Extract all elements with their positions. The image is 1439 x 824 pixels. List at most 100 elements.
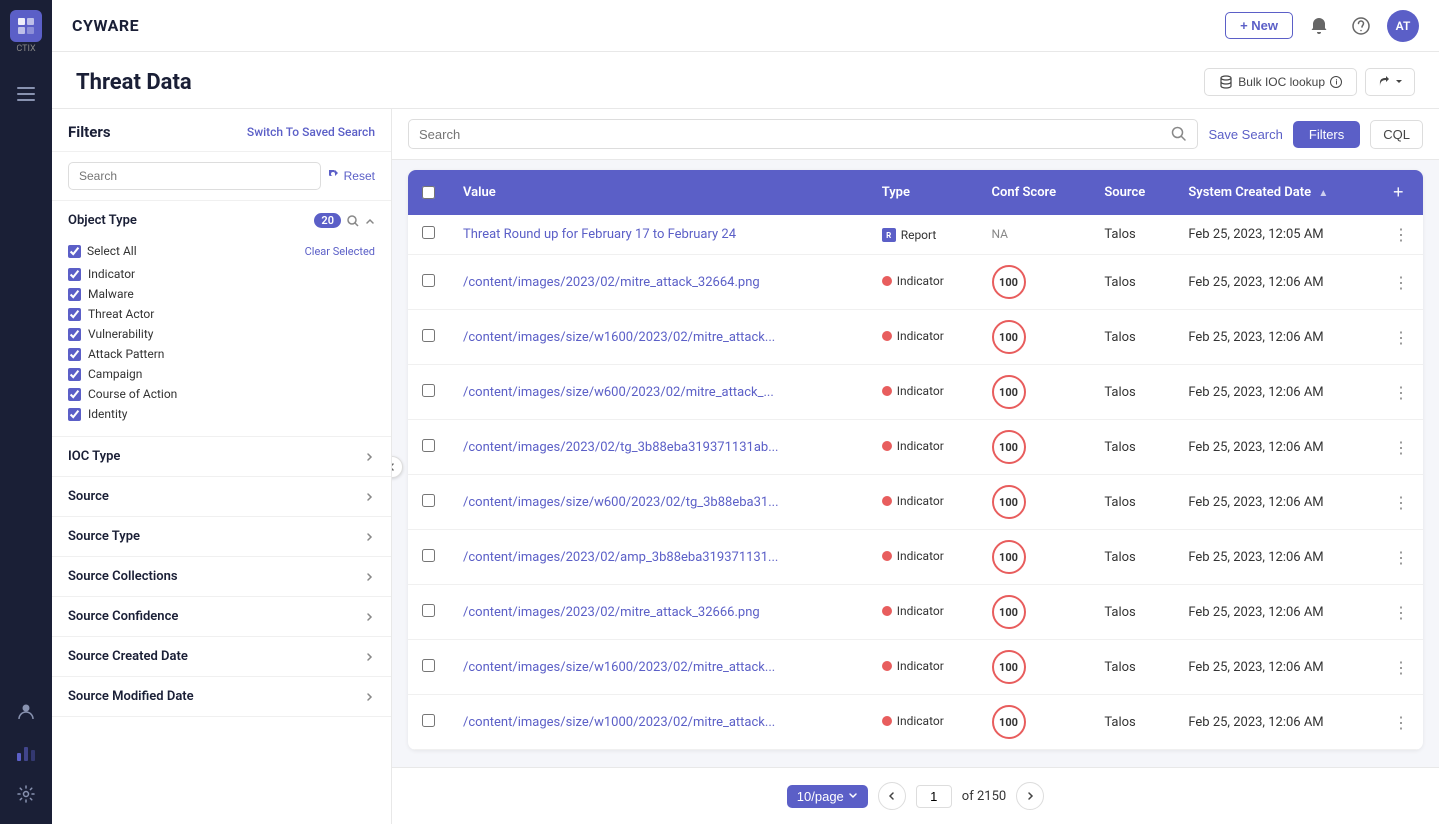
table-row: /content/images/size/w1600/2023/02/mitre… bbox=[408, 640, 1423, 695]
row-value[interactable]: /content/images/size/w1000/2023/02/mitre… bbox=[449, 695, 868, 750]
filter-section-header-source-created-date[interactable]: Source Created Date bbox=[52, 637, 391, 676]
row-value[interactable]: /content/images/2023/02/mitre_attack_326… bbox=[449, 585, 868, 640]
row-actions[interactable]: ⋮ bbox=[1379, 420, 1423, 475]
row-checkbox[interactable] bbox=[422, 226, 435, 239]
row-checkbox[interactable] bbox=[422, 274, 435, 287]
table-row: Threat Round up for February 17 to Febru… bbox=[408, 215, 1423, 255]
filter-section-header-object-type[interactable]: Object Type 20 bbox=[52, 201, 391, 240]
indicator-type-dot bbox=[882, 276, 892, 286]
row-checkbox[interactable] bbox=[422, 604, 435, 617]
select-all-rows-checkbox[interactable] bbox=[422, 186, 435, 199]
th-add-column[interactable]: + bbox=[1379, 170, 1423, 215]
select-all-checkbox[interactable] bbox=[68, 245, 81, 258]
info-icon: i bbox=[1330, 76, 1342, 88]
filter-item-course-of-action[interactable]: Course of Action bbox=[68, 384, 375, 404]
row-actions[interactable]: ⋮ bbox=[1379, 695, 1423, 750]
clear-selected-button[interactable]: Clear Selected bbox=[305, 245, 375, 258]
th-system-created-date[interactable]: System Created Date ▲ bbox=[1174, 170, 1379, 215]
select-all-row: Select All Clear Selected bbox=[68, 244, 375, 258]
row-value[interactable]: /content/images/size/w600/2023/02/mitre_… bbox=[449, 365, 868, 420]
new-button[interactable]: + New bbox=[1225, 12, 1293, 39]
nav-menu-icon[interactable] bbox=[8, 76, 44, 112]
th-conf-score[interactable]: Conf Score bbox=[978, 170, 1091, 215]
row-conf-score: 100 bbox=[978, 640, 1091, 695]
table-row: /content/images/size/w1000/2023/02/mitre… bbox=[408, 695, 1423, 750]
filter-section-header-source-type[interactable]: Source Type bbox=[52, 517, 391, 556]
row-actions[interactable]: ⋮ bbox=[1379, 215, 1423, 255]
filter-section-header-ioc-type[interactable]: IOC Type bbox=[52, 437, 391, 476]
row-checkbox[interactable] bbox=[422, 549, 435, 562]
row-value[interactable]: /content/images/2023/02/mitre_attack_326… bbox=[449, 255, 868, 310]
row-actions[interactable]: ⋮ bbox=[1379, 310, 1423, 365]
filter-item-malware[interactable]: Malware bbox=[68, 284, 375, 304]
save-search-button[interactable]: Save Search bbox=[1208, 127, 1282, 142]
row-actions[interactable]: ⋮ bbox=[1379, 255, 1423, 310]
share-button[interactable] bbox=[1365, 68, 1415, 96]
filter-section-header-source-collections[interactable]: Source Collections bbox=[52, 557, 391, 596]
filters-search-input[interactable] bbox=[68, 162, 321, 190]
row-checkbox[interactable] bbox=[422, 384, 435, 397]
row-value[interactable]: Threat Round up for February 17 to Febru… bbox=[449, 215, 868, 255]
add-column-button[interactable]: + bbox=[1393, 182, 1404, 203]
search-input[interactable] bbox=[419, 127, 1167, 142]
nav-user-icon[interactable] bbox=[8, 694, 44, 730]
content-row: Filters Switch To Saved Search Reset bbox=[52, 109, 1439, 824]
app-logo-icon[interactable] bbox=[10, 10, 42, 42]
filter-section-header-source[interactable]: Source bbox=[52, 477, 391, 516]
user-avatar[interactable]: AT bbox=[1387, 10, 1419, 42]
filter-section-header-source-modified-date[interactable]: Source Modified Date bbox=[52, 677, 391, 716]
filter-item-attack-pattern[interactable]: Attack Pattern bbox=[68, 344, 375, 364]
row-value[interactable]: /content/images/size/w1600/2023/02/mitre… bbox=[449, 640, 868, 695]
filter-item-indicator[interactable]: Indicator bbox=[68, 264, 375, 284]
filter-section-header-source-confidence[interactable]: Source Confidence bbox=[52, 597, 391, 636]
th-checkbox bbox=[408, 170, 449, 215]
row-value[interactable]: /content/images/size/w600/2023/02/tg_3b8… bbox=[449, 475, 868, 530]
next-page-button[interactable] bbox=[1016, 782, 1044, 810]
filter-section-source-modified-date: Source Modified Date bbox=[52, 677, 391, 717]
page-number-input[interactable] bbox=[916, 785, 952, 808]
table-body: Threat Round up for February 17 to Febru… bbox=[408, 215, 1423, 750]
table-row: /content/images/2023/02/mitre_attack_326… bbox=[408, 585, 1423, 640]
switch-saved-search[interactable]: Switch To Saved Search bbox=[247, 125, 375, 139]
row-actions[interactable]: ⋮ bbox=[1379, 475, 1423, 530]
select-all-label[interactable]: Select All bbox=[68, 244, 137, 258]
filter-item-campaign[interactable]: Campaign bbox=[68, 364, 375, 384]
row-actions[interactable]: ⋮ bbox=[1379, 640, 1423, 695]
indicator-type-dot bbox=[882, 496, 892, 506]
chevron-right-source-icon bbox=[365, 492, 375, 502]
bulk-ioc-button[interactable]: Bulk IOC lookup i bbox=[1204, 68, 1357, 96]
filters-reset-button[interactable]: Reset bbox=[329, 169, 375, 183]
app-logo-text: CTIX bbox=[16, 44, 35, 54]
row-actions[interactable]: ⋮ bbox=[1379, 365, 1423, 420]
row-value[interactable]: /content/images/size/w1600/2023/02/mitre… bbox=[449, 310, 868, 365]
row-checkbox[interactable] bbox=[422, 494, 435, 507]
source-type-label: Source Type bbox=[68, 529, 140, 544]
th-value[interactable]: Value bbox=[449, 170, 868, 215]
filter-item-vulnerability[interactable]: Vulnerability bbox=[68, 324, 375, 344]
filter-section-source-created-date: Source Created Date bbox=[52, 637, 391, 677]
th-source[interactable]: Source bbox=[1090, 170, 1174, 215]
row-source: Talos bbox=[1090, 365, 1174, 420]
filters-button[interactable]: Filters bbox=[1293, 121, 1360, 148]
row-value[interactable]: /content/images/2023/02/amp_3b88eba31937… bbox=[449, 530, 868, 585]
row-checkbox[interactable] bbox=[422, 659, 435, 672]
notifications-icon[interactable] bbox=[1303, 10, 1335, 42]
help-icon[interactable] bbox=[1345, 10, 1377, 42]
row-actions[interactable]: ⋮ bbox=[1379, 585, 1423, 640]
row-checkbox[interactable] bbox=[422, 439, 435, 452]
row-type: Indicator bbox=[868, 695, 978, 750]
row-checkbox[interactable] bbox=[422, 714, 435, 727]
nav-settings-icon[interactable] bbox=[8, 776, 44, 812]
th-type[interactable]: Type bbox=[868, 170, 978, 215]
cql-button[interactable]: CQL bbox=[1370, 120, 1423, 149]
row-checkbox[interactable] bbox=[422, 329, 435, 342]
filter-section-ioc-type: IOC Type bbox=[52, 437, 391, 477]
per-page-button[interactable]: 10/page bbox=[787, 785, 868, 808]
row-actions[interactable]: ⋮ bbox=[1379, 530, 1423, 585]
row-source: Talos bbox=[1090, 255, 1174, 310]
filter-item-identity[interactable]: Identity bbox=[68, 404, 375, 424]
nav-analytics-icon[interactable] bbox=[8, 734, 44, 770]
prev-page-button[interactable] bbox=[878, 782, 906, 810]
row-value[interactable]: /content/images/2023/02/tg_3b88eba319371… bbox=[449, 420, 868, 475]
filter-item-threat-actor[interactable]: Threat Actor bbox=[68, 304, 375, 324]
